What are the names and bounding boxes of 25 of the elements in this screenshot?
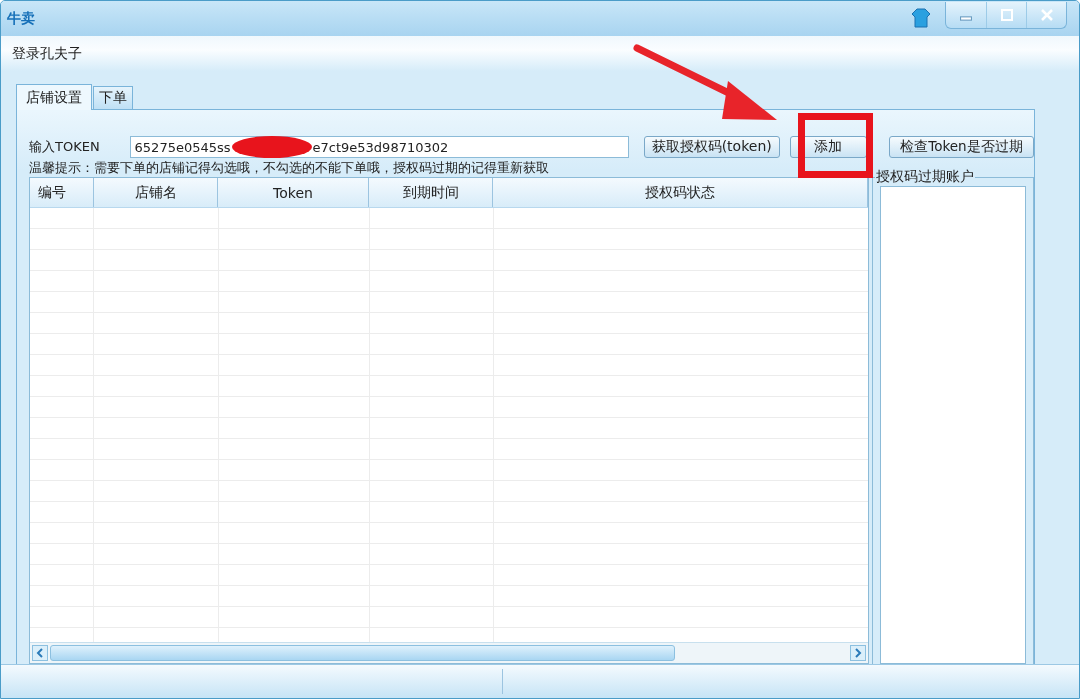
column-header[interactable]: 授权码状态 bbox=[493, 178, 868, 207]
scroll-right-icon[interactable] bbox=[850, 645, 866, 661]
expired-accounts-list[interactable] bbox=[880, 186, 1026, 664]
column-header[interactable]: 编号 bbox=[30, 178, 94, 207]
maximize-icon bbox=[999, 8, 1014, 21]
action-button[interactable]: 获取授权码(token) bbox=[643, 136, 780, 158]
hint-text: 温馨提示：需要下单的店铺记得勾选哦，不勾选的不能下单哦，授权码过期的记得重新获取 bbox=[29, 160, 549, 175]
column-header[interactable]: 店铺名 bbox=[94, 178, 218, 207]
close-icon bbox=[1039, 8, 1054, 21]
minimize-icon bbox=[960, 15, 972, 21]
tab[interactable]: 店铺设置 bbox=[16, 84, 92, 110]
shirt-icon[interactable] bbox=[911, 7, 931, 29]
token-label: 输入TOKEN bbox=[29, 138, 101, 156]
scroll-left-icon[interactable] bbox=[32, 645, 48, 661]
tab[interactable]: 下单 bbox=[93, 86, 133, 109]
horizontal-scrollbar[interactable] bbox=[30, 642, 868, 663]
action-button[interactable]: 检查Token是否过期 bbox=[888, 136, 1034, 158]
action-button[interactable]: 添加 bbox=[789, 136, 867, 158]
window-title: 牛卖 bbox=[7, 9, 35, 28]
token-field[interactable]: 65275e0545ss e7ct9e53d98710302 bbox=[129, 136, 629, 158]
menu-item[interactable]: 登录孔夫子 bbox=[12, 44, 82, 63]
column-header[interactable]: Token bbox=[218, 178, 369, 207]
group-title: 授权码过期账户 bbox=[875, 168, 975, 186]
column-header[interactable]: 到期时间 bbox=[369, 178, 493, 207]
scroll-thumb[interactable] bbox=[50, 645, 675, 661]
